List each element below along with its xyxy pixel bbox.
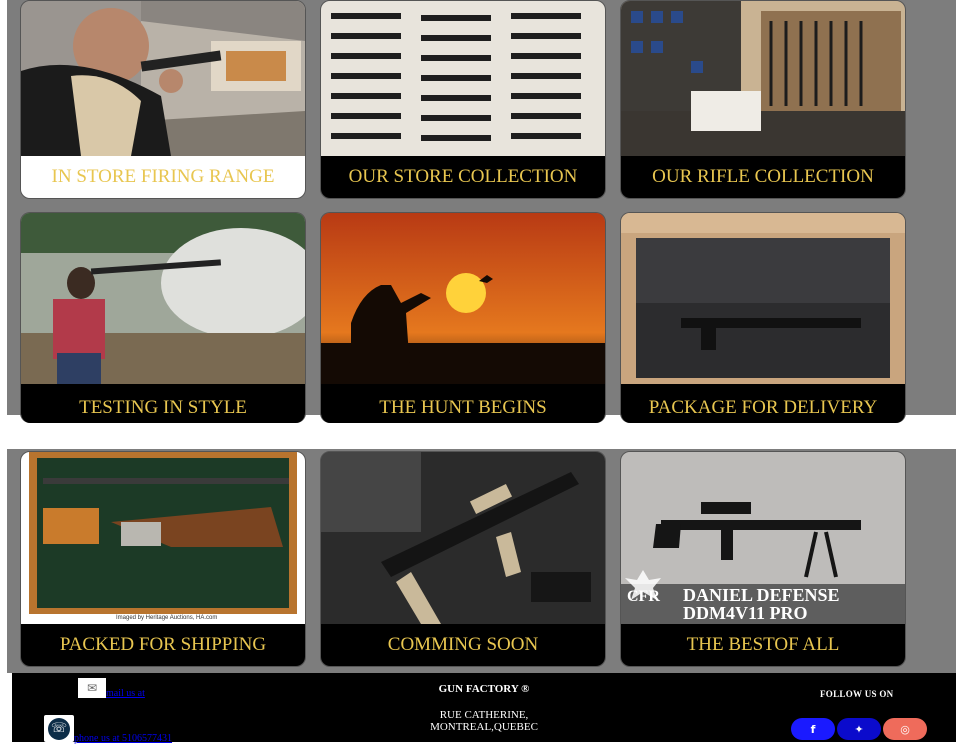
instagram-icon[interactable]: ◎ (883, 718, 927, 740)
card-caption: THE HUNT BEGINS (321, 384, 605, 423)
gallery-card-testing[interactable]: TESTING IN STYLE (20, 212, 306, 423)
card-caption: OUR RIFLE COLLECTION (621, 156, 905, 198)
rifle-collection-image (621, 1, 905, 156)
gallery-card-store-collection[interactable]: OUR STORE COLLECTION (320, 0, 606, 199)
product-name-text: DANIEL DEFENSE DDM4V11 PRO (683, 585, 840, 623)
gallery-card-firing-range[interactable]: IN STORE FIRING RANGE (20, 0, 306, 199)
cfr-logo: CFR (627, 588, 660, 605)
brand-name: GUN FACTORY ® (438, 683, 530, 695)
store-collection-image (321, 1, 605, 156)
shipping-image (21, 452, 305, 624)
card-caption: TESTING IN STYLE (21, 384, 305, 423)
gallery-card-package[interactable]: PACKAGE FOR DELIVERY (620, 212, 906, 423)
gallery-card-packed-shipping[interactable]: Imaged by Heritage Auctions, HA.com PACK… (20, 451, 306, 667)
card-caption: COMMING SOON (321, 624, 605, 666)
coming-soon-image (321, 452, 605, 624)
card-caption: IN STORE FIRING RANGE (21, 156, 305, 198)
package-image (621, 213, 905, 384)
hunt-image (321, 213, 605, 384)
gallery-card-rifle-collection[interactable]: OUR RIFLE COLLECTION (620, 0, 906, 199)
gallery-card-coming-soon[interactable]: COMMING SOON (320, 451, 606, 667)
phone-link[interactable]: phone us at 5106577431 (74, 733, 172, 744)
follow-us-label: FOLLOW US ON (820, 689, 894, 699)
gallery-card-hunt[interactable]: THE HUNT BEGINS (320, 212, 606, 423)
gallery-card-best[interactable]: CFR DANIEL DEFENSE DDM4V11 PRO THE BESTO… (620, 451, 906, 667)
card-caption: PACKAGE FOR DELIVERY (621, 384, 905, 423)
twitter-icon[interactable]: ✦ (837, 718, 881, 740)
facebook-icon[interactable]: f (791, 718, 835, 740)
card-caption: THE BESTOF ALL (621, 624, 905, 666)
card-caption: PACKED FOR SHIPPING (21, 624, 305, 666)
card-caption: OUR STORE COLLECTION (321, 156, 605, 198)
testing-image (21, 213, 305, 384)
site-footer: ✉ mail us at ☏ phone us at 5106577431 GU… (12, 673, 956, 744)
shipping-image-credit: Imaged by Heritage Auctions, HA.com (116, 615, 218, 621)
firing-range-image (21, 1, 305, 156)
